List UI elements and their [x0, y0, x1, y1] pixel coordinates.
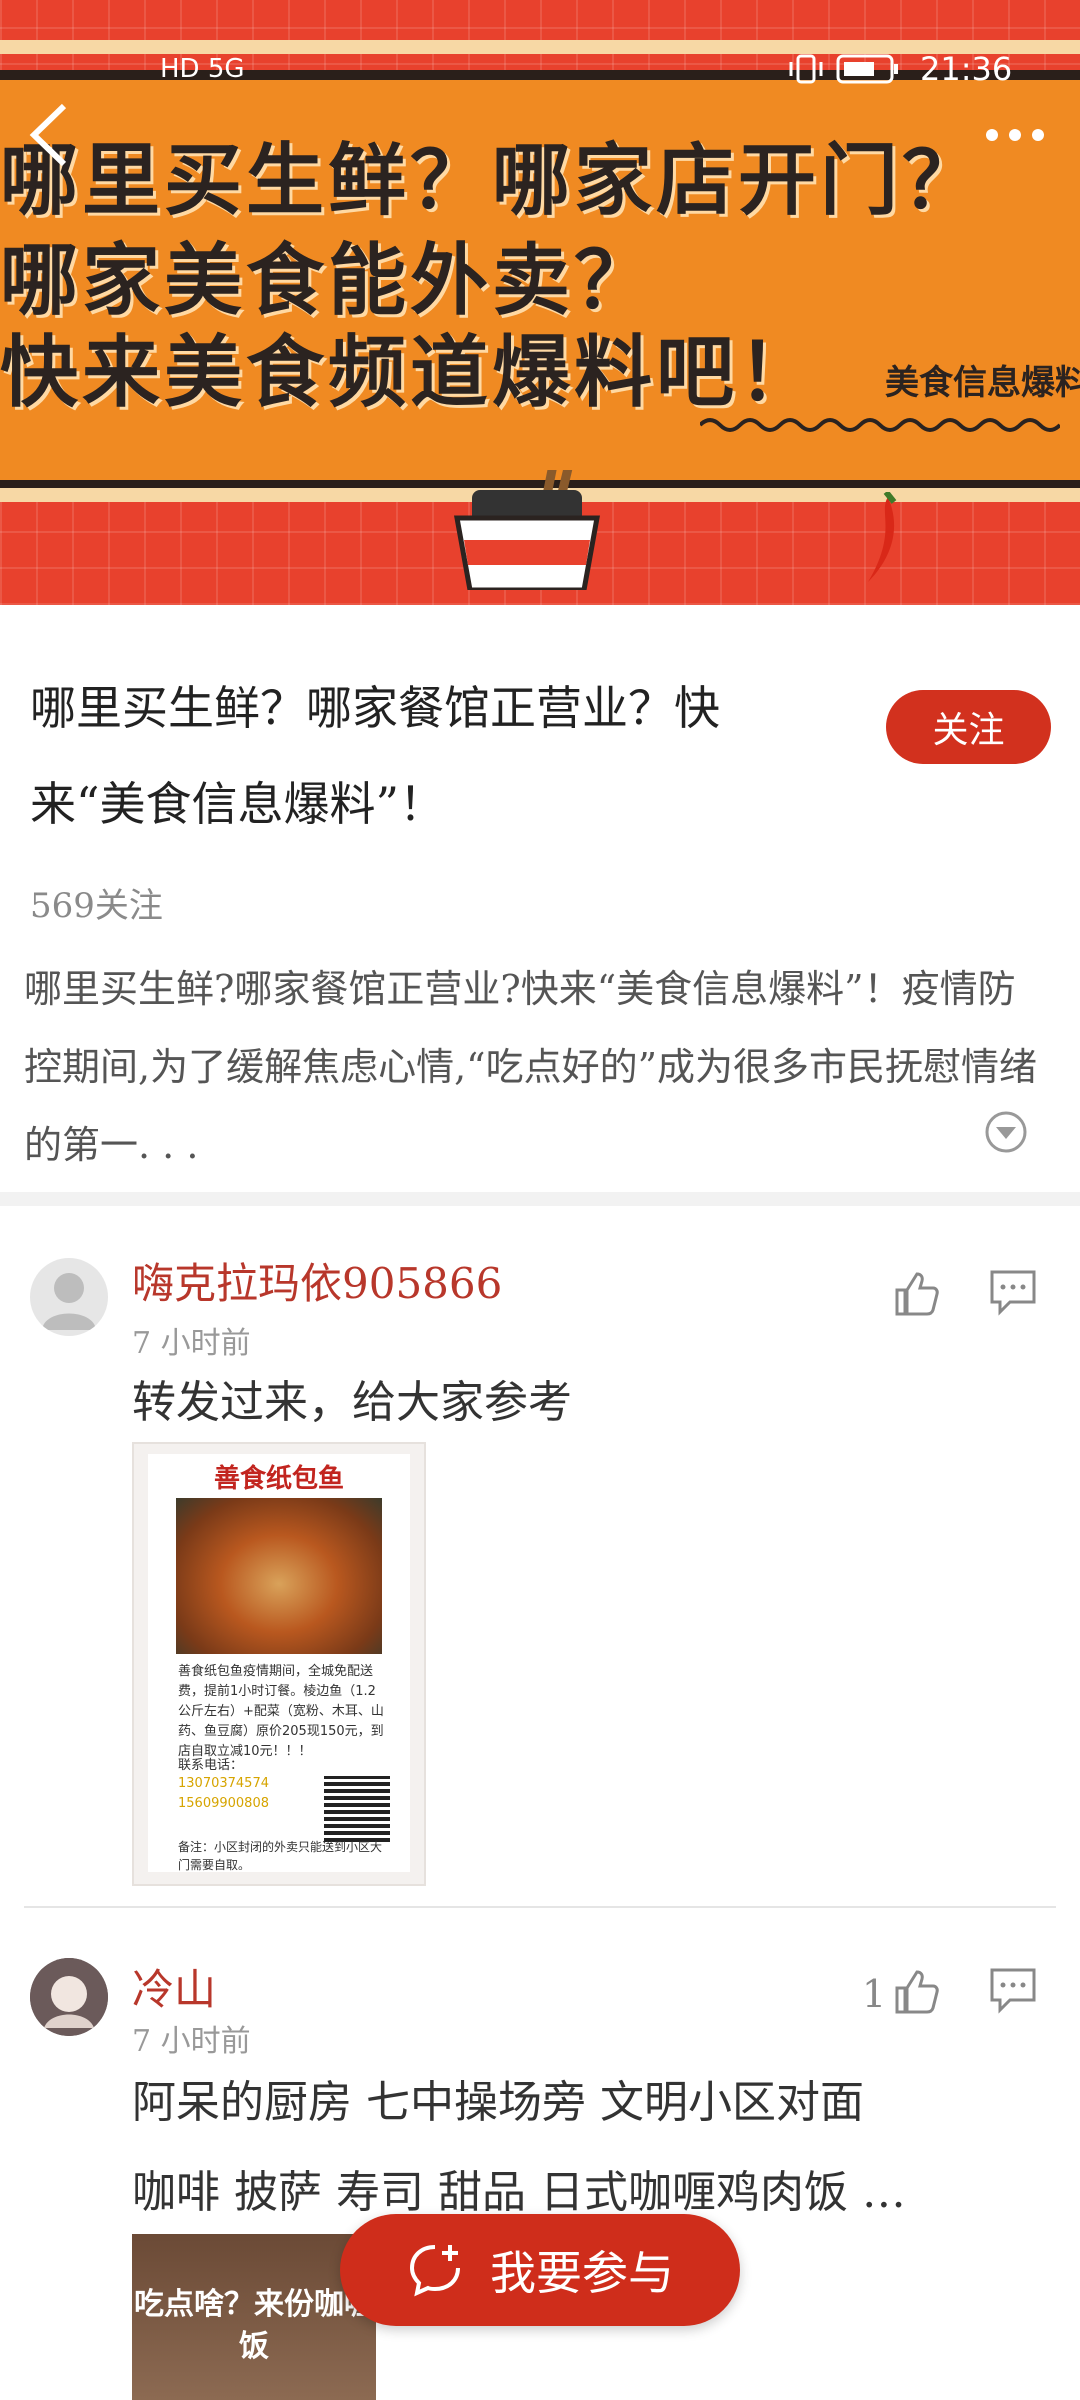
battery-icon [836, 54, 898, 84]
banner-stripe [0, 40, 1080, 54]
avatar[interactable] [30, 1258, 108, 1336]
post-image[interactable]: 善食纸包鱼 善食纸包鱼疫情期间，全城免配送费，提前1小时订餐。棱边鱼（1.2公斤… [132, 1442, 426, 1886]
post-username[interactable]: 冷山 [132, 1956, 216, 2017]
post-username[interactable]: 嗨克拉玛依905866 [132, 1250, 502, 1311]
poster-note: 备注：小区封闭的外卖只能送到小区大门需要自取。 [178, 1840, 383, 1872]
banner-line-1: 哪里买生鲜？哪家店开门？ [0, 136, 985, 226]
banner-line-3: 快来美食频道爆料吧！ [0, 328, 821, 418]
user-photo-icon [30, 1958, 108, 2036]
thumbs-up-icon[interactable] [891, 1966, 941, 2016]
poster-phone-1: 13070374574 [178, 1776, 269, 1791]
chat-plus-icon [409, 2245, 460, 2297]
post-divider [24, 1906, 1056, 1908]
comment-icon[interactable] [988, 1266, 1038, 1316]
vibrate-icon [789, 54, 823, 84]
poster-phone-2: 15609900808 [178, 1796, 269, 1811]
default-avatar-icon [42, 1273, 96, 1330]
status-time: 21:36 [920, 50, 1013, 88]
avatar[interactable] [30, 1958, 108, 2036]
fish-dish-photo [176, 1498, 382, 1654]
topic-banner: 哪里买生鲜？哪家店开门？ 哪家美食能外卖？ 快来美食频道爆料吧！ 美食信息爆料 [0, 0, 1080, 605]
post-image[interactable]: 吃点啥？来份咖喱饭 [132, 2234, 376, 2400]
chili-pepper-icon [868, 492, 897, 582]
more-options-icon[interactable] [980, 120, 1050, 150]
join-button-label: 我要参与 [490, 2246, 674, 2300]
wave-decoration-icon [700, 418, 1060, 432]
post-time: 7 小时前 [132, 2024, 251, 2059]
expand-icon[interactable] [984, 1110, 1028, 1154]
like-count: 1 [862, 1972, 887, 2016]
section-divider [0, 1192, 1080, 1206]
poster-card: 善食纸包鱼 善食纸包鱼疫情期间，全城免配送费，提前1小时订餐。棱边鱼（1.2公斤… [148, 1454, 410, 1872]
food-cup-icon [454, 470, 600, 590]
comment-icon[interactable] [988, 1964, 1038, 2014]
back-arrow-icon[interactable] [22, 100, 82, 170]
poster-title: 善食纸包鱼 [213, 1464, 344, 1494]
topic-description: 哪里买生鲜?哪家餐馆正营业?快来“美食信息爆料”！疫情防控期间,为了缓解焦虑心情… [24, 967, 1038, 1167]
post-text-line-1: 阿呆的厨房 七中操场旁 文明小区对面 [132, 2077, 864, 2128]
follow-button[interactable]: 关注 [886, 690, 1051, 764]
post-text-line-2: 咖啡 披萨 寿司 甜品 日式咖喱鸡肉饭 … [132, 2167, 906, 2218]
post-text: 转发过来，给大家参考 [132, 1377, 572, 1428]
post-image-caption: 吃点啥？来份咖喱饭 [134, 2287, 374, 2364]
qr-code-icon [324, 1776, 390, 1842]
poster-body: 善食纸包鱼疫情期间，全城免配送费，提前1小时订餐。棱边鱼（1.2公斤左右）+配菜… [178, 1664, 384, 1759]
banner-subtitle: 美食信息爆料 [885, 363, 1080, 403]
followers-count: 569关注 [30, 886, 163, 926]
topic-title: 哪里买生鲜？哪家餐馆正营业？快来“美食信息爆料”！ [30, 681, 720, 831]
status-network: HD 5G [160, 54, 245, 84]
poster-contact-label: 联系电话： [178, 1758, 244, 1773]
thumbs-up-icon[interactable] [891, 1268, 941, 1318]
join-button[interactable]: 我要参与 [340, 2214, 740, 2326]
post-time: 7 小时前 [132, 1326, 251, 1361]
